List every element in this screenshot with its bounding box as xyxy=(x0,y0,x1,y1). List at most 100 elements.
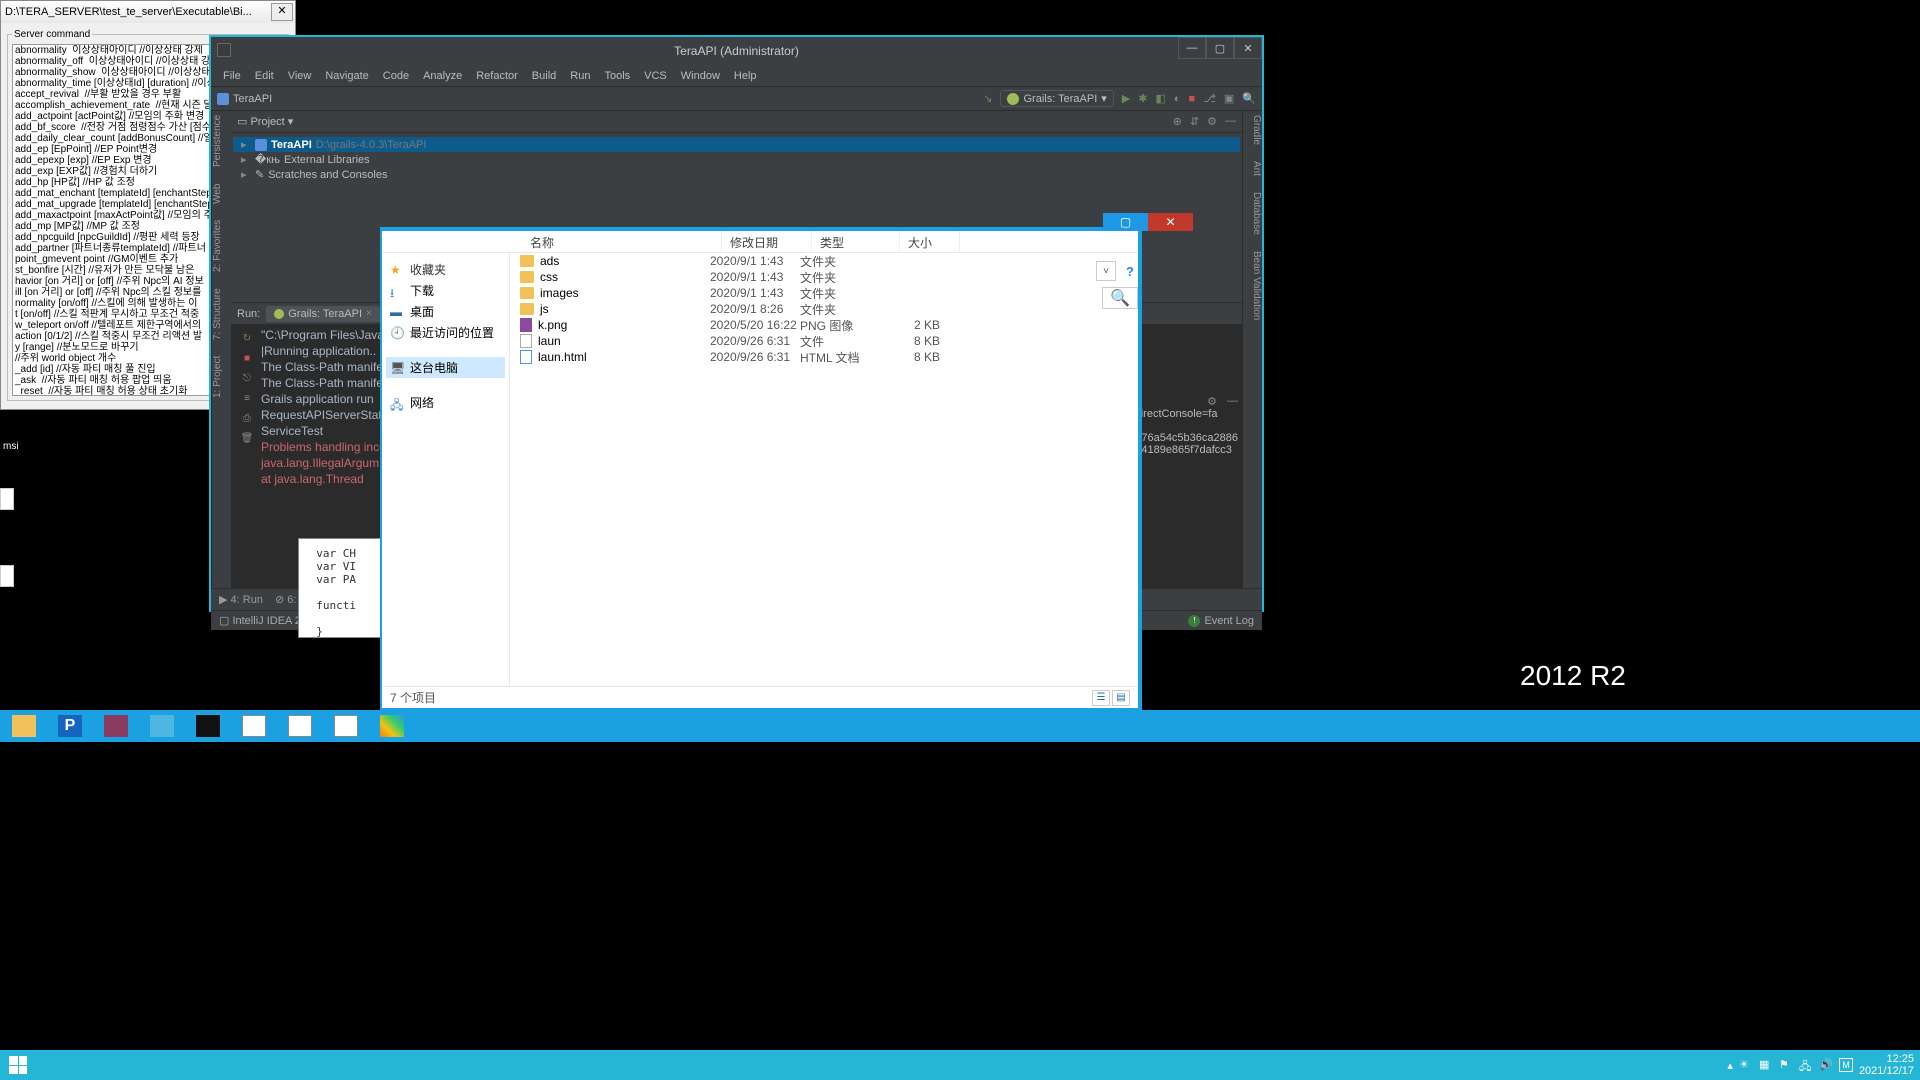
nav-desktop[interactable]: ▬桌面 xyxy=(386,301,505,322)
nav-this-pc[interactable]: 🖥这台电脑 xyxy=(386,357,505,378)
gear-icon[interactable]: ⚙ xyxy=(1207,395,1217,408)
menu-bar[interactable]: FileEditViewNavigateCodeAnalyzeRefactorB… xyxy=(211,65,1262,87)
stop-icon[interactable]: ■ xyxy=(240,351,254,365)
close-icon[interactable]: ✕ xyxy=(1234,37,1262,59)
tray-icon[interactable]: ☀ xyxy=(1739,1058,1753,1072)
table-row[interactable]: images2020/9/1 1:43文件夹 xyxy=(510,285,1138,301)
desktop-thumb[interactable] xyxy=(0,565,14,587)
debug-icon[interactable]: ✱ xyxy=(1138,92,1147,105)
gear-icon[interactable]: ⚙ xyxy=(1207,115,1217,128)
collapse-icon[interactable]: ⇵ xyxy=(1190,115,1199,128)
nav-downloads[interactable]: ⭳下载 xyxy=(386,280,505,301)
tool-tab[interactable]: Ant xyxy=(1243,161,1262,176)
table-row[interactable]: k.png2020/5/20 16:22PNG 图像2 KB xyxy=(510,317,1138,333)
trash-icon[interactable]: 🗑 xyxy=(240,431,254,445)
nav-recent[interactable]: 🕘最近访问的位置 xyxy=(386,322,505,343)
menu-item[interactable]: Edit xyxy=(249,68,280,84)
menu-item[interactable]: Tools xyxy=(598,68,636,84)
tool-tab[interactable]: Web xyxy=(212,183,231,203)
table-row[interactable]: js2020/9/1 8:26文件夹 xyxy=(510,301,1138,317)
search-icon[interactable]: 🔍 xyxy=(1242,92,1256,105)
search-icon[interactable]: 🔍 xyxy=(1102,287,1138,309)
tray-volume-icon[interactable]: 🔊 xyxy=(1819,1058,1833,1072)
tool-tab[interactable]: Gradle xyxy=(1243,115,1262,145)
left-tool-gutter[interactable]: 1: Project 7: Structure 2: Favorites Web Per… xyxy=(211,111,231,588)
table-row[interactable]: laun.html2020/9/26 6:31HTML 文档8 KB xyxy=(510,349,1138,365)
view-list-icon[interactable]: ☰ xyxy=(1092,690,1110,706)
run-config-select[interactable]: Grails: TeraAPI ▾ xyxy=(1000,90,1113,107)
taskbar-upper[interactable]: P xyxy=(0,710,1920,742)
help-icon[interactable]: ? xyxy=(1120,261,1140,281)
system-tray[interactable]: ▴ ☀ ▦ ⚑ 🖧 🔊 M 12:25 2021/12/17 xyxy=(1727,1053,1920,1077)
desktop-thumb[interactable] xyxy=(0,488,14,510)
breadcrumb[interactable]: TeraAPI xyxy=(217,93,272,105)
tool-tab[interactable]: Persistence xyxy=(212,115,231,167)
exit-icon[interactable]: ⎋ xyxy=(240,371,254,385)
window-titlebar[interactable]: D:\TERA_SERVER\test_te_server\Executable… xyxy=(1,1,295,23)
nav-favorites[interactable]: ★收藏夹 xyxy=(386,259,505,280)
minimize-icon[interactable]: — xyxy=(1178,37,1206,59)
project-tool-header[interactable]: ▭ Project ▾ ⊕ ⇵ ⚙ — xyxy=(231,111,1242,133)
menu-item[interactable]: Navigate xyxy=(319,68,374,84)
tray-icon[interactable]: ▦ xyxy=(1759,1058,1773,1072)
up-icon[interactable]: ≡ xyxy=(240,391,254,405)
clock[interactable]: 12:25 2021/12/17 xyxy=(1859,1053,1914,1077)
vcs-icon[interactable]: ▣ xyxy=(1224,92,1234,105)
maximize-icon[interactable]: ▢ xyxy=(1103,213,1148,231)
menu-item[interactable]: Help xyxy=(728,68,763,84)
task-intellij[interactable] xyxy=(94,711,138,741)
menu-item[interactable]: File xyxy=(217,68,247,84)
maximize-icon[interactable]: ▢ xyxy=(1206,37,1234,59)
menu-item[interactable]: Refactor xyxy=(470,68,524,84)
menu-item[interactable]: VCS xyxy=(638,68,673,84)
menu-item[interactable]: Code xyxy=(377,68,415,84)
explorer-nav-pane[interactable]: ★收藏夹 ⭳下载 ▬桌面 🕘最近访问的位置 🖥这台电脑 🖧网络 xyxy=(382,253,510,686)
right-tool-gutter[interactable]: Gradle Ant Database Bean Validation xyxy=(1242,111,1262,588)
task-app[interactable] xyxy=(324,711,368,741)
rerun-icon[interactable]: ↻ xyxy=(240,331,254,345)
chevron-up-icon[interactable]: ▴ xyxy=(1727,1059,1733,1072)
close-icon[interactable]: ✕ xyxy=(1148,213,1193,231)
task-cmd[interactable] xyxy=(186,711,230,741)
hide-icon[interactable]: — xyxy=(1227,395,1238,408)
taskbar[interactable]: ▴ ☀ ▦ ⚑ 🖧 🔊 M 12:25 2021/12/17 xyxy=(0,1050,1920,1080)
task-parking[interactable]: P xyxy=(48,711,92,741)
chevron-down-icon[interactable]: ˅ xyxy=(1096,261,1116,281)
tool-tab[interactable]: Database xyxy=(1243,192,1262,235)
task-notepad[interactable] xyxy=(140,711,184,741)
menu-item[interactable]: Run xyxy=(564,68,596,84)
menu-item[interactable]: View xyxy=(282,68,318,84)
console-link[interactable]: 5b4189e865f7dafcc3 xyxy=(1129,444,1238,456)
hammer-icon[interactable]: ↘ xyxy=(983,92,992,105)
tree-item-external-libraries[interactable]: ▸�књ External Libraries xyxy=(233,152,1240,167)
menu-item[interactable]: Analyze xyxy=(417,68,468,84)
git-icon[interactable]: ⎇ xyxy=(1203,92,1216,105)
profile-icon[interactable]: ◐ xyxy=(1174,93,1181,105)
tool-button[interactable]: ▶ 4: Run xyxy=(219,593,263,606)
tree-root[interactable]: ▸ TeraAPI D:\grails-4.0.3\TeraAPI xyxy=(233,137,1240,152)
tool-tab[interactable]: 2: Favorites xyxy=(212,220,231,272)
console-link[interactable]: a676a54c5b36ca2886 xyxy=(1129,432,1238,444)
coverage-icon[interactable]: ◧ xyxy=(1155,92,1165,105)
tray-flag-icon[interactable]: ⚑ xyxy=(1779,1058,1793,1072)
tray-ime-icon[interactable]: M xyxy=(1839,1058,1853,1072)
run-tab[interactable]: Grails: TeraAPI × xyxy=(266,306,380,322)
tool-tab[interactable]: 1: Project xyxy=(212,356,231,398)
table-row[interactable]: laun2020/9/26 6:31文件8 KB xyxy=(510,333,1138,349)
task-app[interactable] xyxy=(232,711,276,741)
task-explorer[interactable] xyxy=(2,711,46,741)
titlebar[interactable]: TeraAPI (Administrator) — ▢ ✕ xyxy=(211,37,1262,65)
menu-item[interactable]: Build xyxy=(526,68,562,84)
tool-tab[interactable]: Bean Validation xyxy=(1243,251,1262,320)
task-app[interactable] xyxy=(278,711,322,741)
tool-tab[interactable]: 7: Structure xyxy=(212,288,231,340)
stop-icon[interactable]: ■ xyxy=(1189,93,1196,105)
start-button[interactable] xyxy=(0,1050,36,1080)
menu-item[interactable]: Window xyxy=(675,68,726,84)
hide-icon[interactable]: — xyxy=(1225,115,1236,128)
target-icon[interactable]: ⊕ xyxy=(1173,115,1182,128)
run-icon[interactable]: ▶ xyxy=(1122,92,1130,105)
table-row[interactable]: css2020/9/1 1:43文件夹 xyxy=(510,269,1138,285)
table-row[interactable]: ads2020/9/1 1:43文件夹 xyxy=(510,253,1138,269)
close-icon[interactable]: ✕ xyxy=(271,3,293,21)
